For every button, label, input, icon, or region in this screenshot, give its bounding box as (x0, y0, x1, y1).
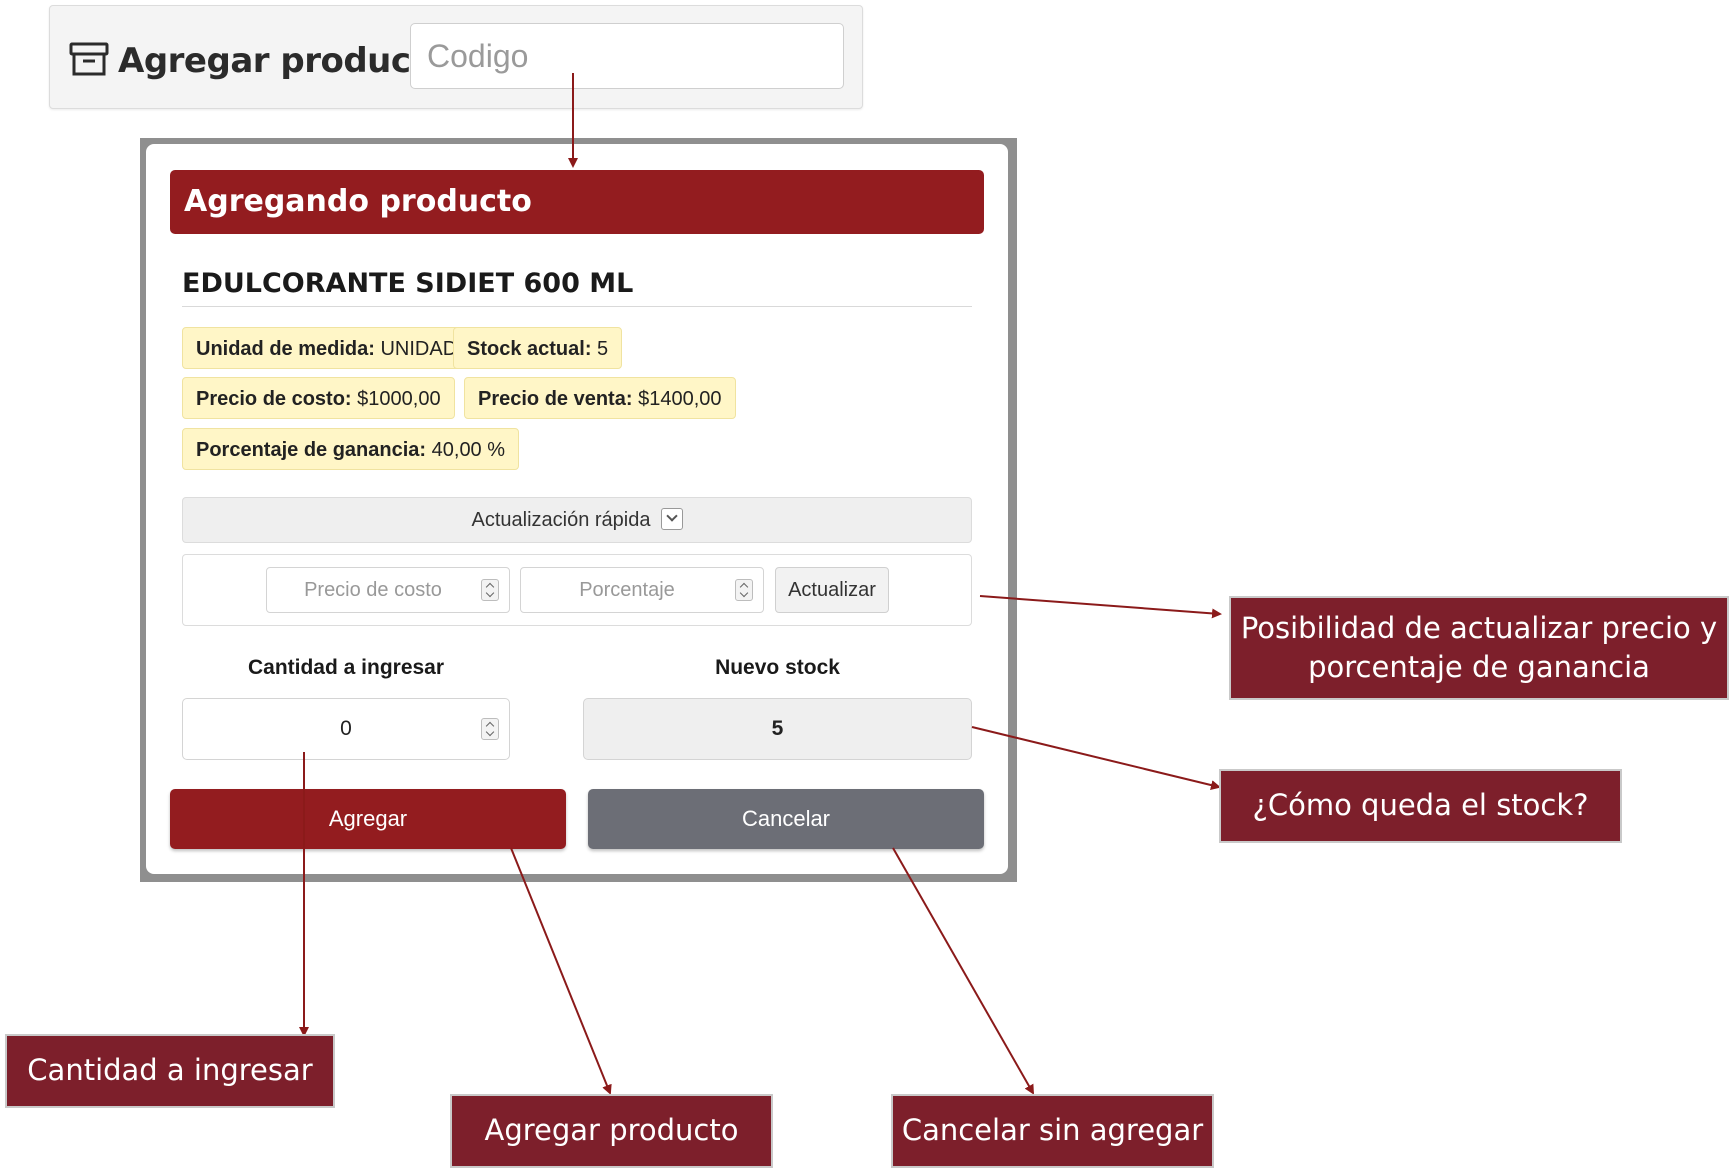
product-name: EDULCORANTE SIDIET 600 ML (182, 268, 634, 299)
add-product-bar: Agregar producto (49, 5, 863, 109)
quantity-stepper[interactable]: 0 (182, 698, 510, 760)
spinner-icon[interactable] (481, 718, 499, 740)
arrow-add (510, 847, 612, 1095)
callout-quantity: Cantidad a ingresar (5, 1034, 335, 1108)
callout-add-product: Agregar producto (450, 1094, 773, 1168)
badge-key: Stock actual: (467, 338, 592, 360)
badge-key: Precio de venta: (478, 388, 633, 410)
archive-box-icon (69, 42, 109, 76)
new-stock-label: Nuevo stock (715, 656, 840, 679)
unit-badge: Unidad de medida: UNIDAD (182, 327, 472, 369)
stock-badge: Stock actual: 5 (453, 327, 623, 369)
modal-header: Agregando producto (170, 170, 984, 234)
quick-update-title: Actualización rápida (471, 509, 651, 531)
cost-price-input[interactable]: Precio de costo (266, 567, 510, 613)
quantity-value: 0 (340, 717, 352, 740)
arrow-cancel (892, 847, 1034, 1095)
badge-value: $1000,00 (351, 388, 441, 410)
badge-value: $1400,00 (632, 388, 722, 410)
badge-value: 5 (591, 338, 609, 360)
cost-price-badge: Precio de costo: $1000,00 (182, 377, 455, 419)
badge-value: UNIDAD (374, 338, 458, 360)
badge-key: Precio de costo: (196, 388, 352, 410)
add-product-title: Agregar producto (118, 41, 450, 81)
code-input[interactable] (410, 23, 844, 89)
percent-placeholder: Porcentaje (579, 579, 675, 601)
badge-key: Porcentaje de ganancia: (196, 439, 427, 461)
add-button[interactable]: Agregar (170, 789, 566, 849)
badge-key: Unidad de medida: (196, 338, 375, 360)
quick-update-panel: Precio de costo Porcentaje Actualizar (182, 554, 972, 626)
cancel-button[interactable]: Cancelar (588, 789, 984, 849)
spinner-icon[interactable] (735, 579, 753, 601)
add-product-modal: Agregando producto EDULCORANTE SIDIET 60… (146, 144, 1008, 874)
new-stock-field: 5 (583, 698, 972, 760)
callout-stock-result: ¿Cómo queda el stock? (1219, 769, 1622, 843)
spinner-icon[interactable] (481, 579, 499, 601)
divider (182, 306, 972, 307)
quantity-label: Cantidad a ingresar (247, 656, 445, 679)
profit-percent-badge: Porcentaje de ganancia: 40,00 % (182, 428, 520, 470)
chevron-down-icon (660, 507, 683, 530)
quick-update-toggle[interactable]: Actualización rápida (182, 497, 972, 543)
sale-price-badge: Precio de venta: $1400,00 (464, 377, 736, 419)
cost-price-placeholder: Precio de costo (304, 579, 442, 601)
new-stock-value: 5 (771, 717, 784, 740)
percent-input[interactable]: Porcentaje (520, 567, 764, 613)
update-button[interactable]: Actualizar (775, 567, 889, 613)
callout-cancel-without-add: Cancelar sin agregar (891, 1094, 1214, 1168)
badge-value: 40,00 % (426, 439, 506, 461)
callout-update-price: Posibilidad de actualizar precio y porce… (1229, 596, 1729, 700)
